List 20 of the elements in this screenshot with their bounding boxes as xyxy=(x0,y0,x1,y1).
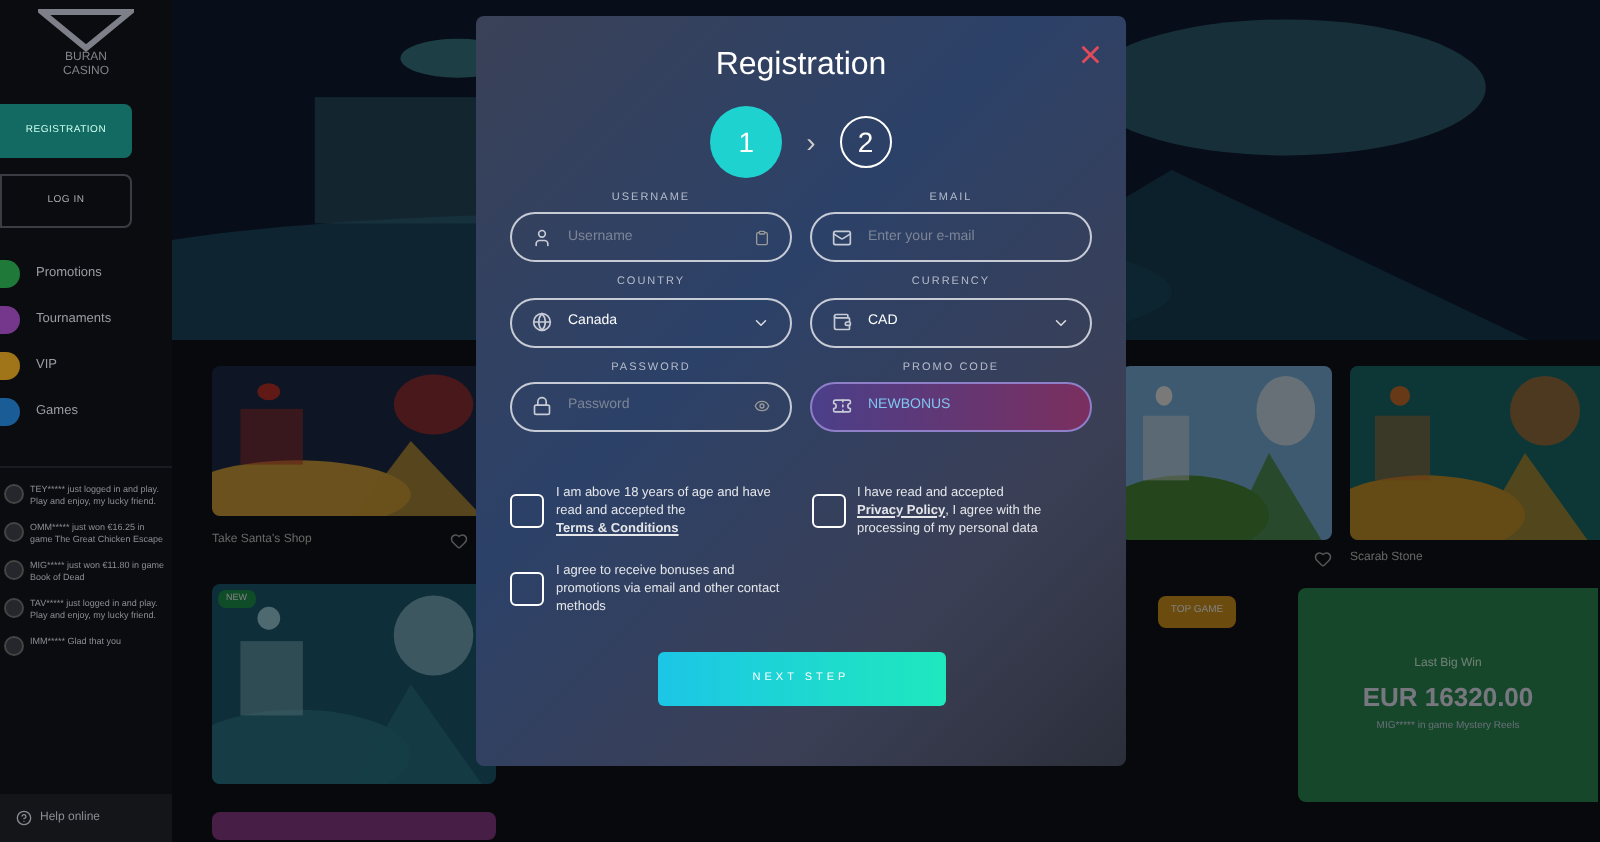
checkbox[interactable] xyxy=(510,571,544,606)
heart-icon[interactable] xyxy=(1314,550,1332,568)
step-arrow: › xyxy=(806,123,816,161)
globe-icon xyxy=(532,312,552,332)
logo-icon xyxy=(38,8,134,52)
checkbox[interactable] xyxy=(811,493,845,528)
lock-icon xyxy=(532,396,552,417)
big-win-amount: EUR 16320.00 xyxy=(1362,679,1534,715)
ticket-icon xyxy=(832,396,852,417)
mail-icon xyxy=(832,227,852,248)
modal-title: Registration xyxy=(715,46,887,86)
eye-icon[interactable] xyxy=(754,398,770,415)
user-icon xyxy=(532,227,552,248)
heart-icon[interactable] xyxy=(450,532,468,550)
help-icon xyxy=(16,810,32,826)
step-indicator: 1 xyxy=(710,106,783,178)
clipboard-icon[interactable] xyxy=(754,229,770,246)
step-indicator: 2 xyxy=(839,116,892,168)
wallet-icon xyxy=(832,312,852,332)
checkbox[interactable] xyxy=(510,493,544,528)
